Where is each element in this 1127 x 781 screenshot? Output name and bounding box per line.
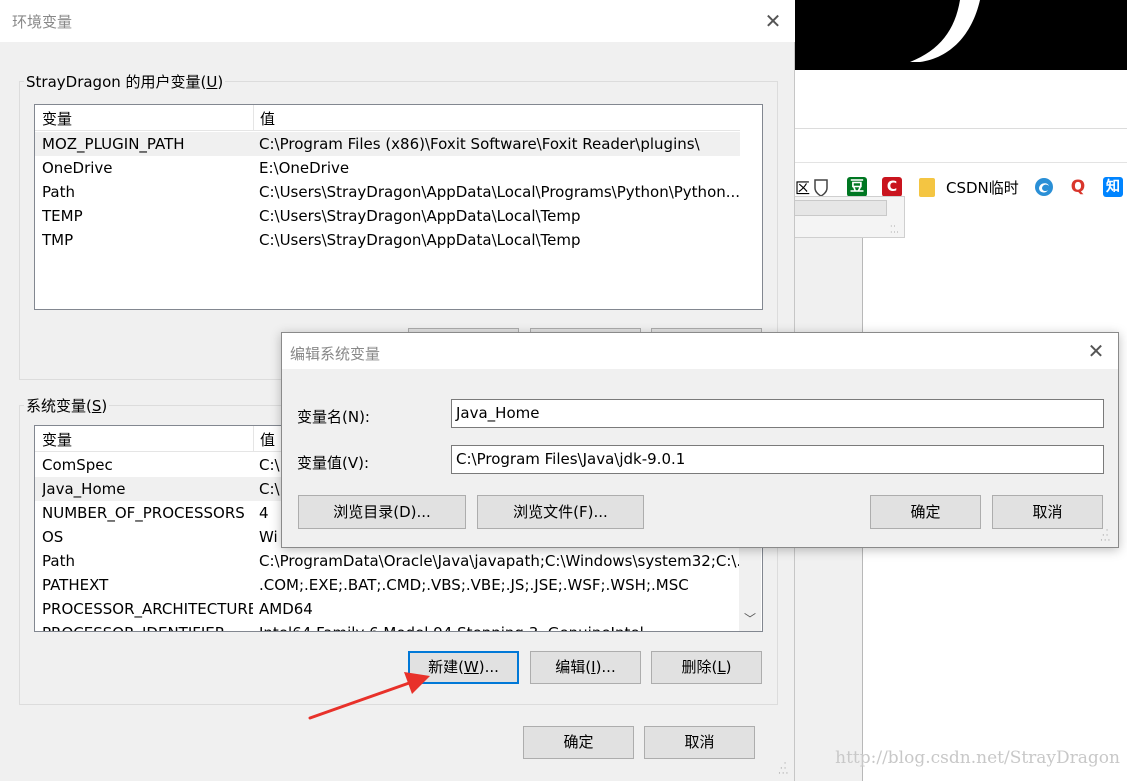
resize-grip-icon: · · · · · (890, 222, 899, 237)
variable-name-cell: Path (42, 552, 75, 570)
background-popup-bar (795, 200, 887, 216)
folder-icon (919, 178, 935, 197)
variable-name-cell: OneDrive (42, 159, 113, 177)
swirl-icon[interactable] (1033, 176, 1055, 198)
variable-name-cell: OS (42, 528, 64, 546)
variable-name-cell: PROCESSOR_IDENTIFIER (42, 621, 253, 631)
variable-name-cell: PROCESSOR_ARCHITECTURE (42, 600, 253, 618)
csdn-c-icon[interactable]: C (882, 177, 902, 197)
variable-value-input[interactable]: C:\Program Files\Java\jdk-9.0.1 (451, 445, 1104, 474)
cancel-button[interactable]: 取消 (992, 495, 1103, 529)
close-icon[interactable]: ✕ (1082, 337, 1110, 365)
browser-divider (795, 128, 1127, 129)
q-icon[interactable]: Q (1068, 177, 1088, 197)
browse-directory-button[interactable]: 浏览目录(D)... (298, 495, 466, 529)
variable-value-cell: AMD64 (259, 600, 313, 618)
cancel-button[interactable]: 取消 (644, 726, 755, 759)
douban-icon[interactable]: 豆 (847, 177, 867, 197)
table-row[interactable]: MOZ_PLUGIN_PATH C:\Program Files (x86)\Fo… (35, 132, 740, 156)
bookmark-label: CSDN临时 (946, 179, 1019, 197)
variable-value-cell: C:\Program Files (x86)\Foxit Software\Fo… (259, 135, 700, 153)
user-variables-label: StrayDragon 的用户变量(U) (24, 71, 226, 92)
table-row[interactable]: PROCESSOR_IDENTIFIER Intel64 Family 6 Mod… (35, 621, 740, 631)
column-header-value[interactable]: 值 (253, 105, 733, 131)
dialog-title: 编辑系统变量 (290, 345, 381, 363)
variable-name-cell: MOZ_PLUGIN_PATH (42, 135, 185, 153)
browser-divider (795, 162, 1127, 163)
watermark: http://blog.csdn.net/StrayDragon (835, 748, 1120, 768)
resize-grip-icon[interactable]: · · · · · · (778, 760, 794, 779)
variable-value-cell: Intel64 Family 6 Model 94 Stepping 3, Ge… (259, 621, 739, 631)
table-row[interactable]: Path C:\ProgramData\Oracle\Java\javapath;… (35, 549, 740, 573)
annotation-arrow-icon (308, 672, 430, 720)
delete-variable-button[interactable]: 删除(L) (651, 651, 762, 684)
title-bar[interactable] (282, 333, 1118, 369)
table-row[interactable]: Path C:\Users\StrayDragon\AppData\Local\P… (35, 180, 740, 204)
system-variables-label: 系统变量(S) (24, 395, 110, 416)
bookmark-item[interactable]: CSDN临时 (946, 176, 1019, 200)
variable-name-label: 变量名(N): (297, 408, 370, 426)
ok-button[interactable]: 确定 (523, 726, 634, 759)
ok-button[interactable]: 确定 (870, 495, 981, 529)
variable-value-label: 变量值(V): (297, 454, 370, 472)
variable-value-cell: C:\ProgramData\Oracle\Java\javapath;C:\W… (259, 552, 739, 570)
variable-name-cell: Path (42, 183, 75, 201)
table-row[interactable]: PATHEXT .COM;.EXE;.BAT;.CMD;.VBS;.VBE;.JS… (35, 573, 740, 597)
variable-value-cell: C:\Users\StrayDragon\AppData\Local\Temp (259, 207, 581, 225)
title-bar[interactable] (0, 0, 795, 42)
bookmark-label: 区 (795, 179, 811, 197)
edit-system-variable-dialog: 编辑系统变量 ✕ 变量名(N): Java_Home 变量值(V): C:\Pr… (281, 332, 1119, 548)
variable-name-cell: TEMP (42, 207, 83, 225)
edit-variable-button[interactable]: 编辑(I)... (530, 651, 641, 684)
variable-value-cell: .COM;.EXE;.BAT;.CMD;.VBS;.VBE;.JS;.JSE;.… (259, 576, 689, 594)
dialog-title: 环境变量 (12, 13, 73, 31)
table-row[interactable]: OneDrive E:\OneDrive (35, 156, 740, 180)
variable-name-cell: NUMBER_OF_PROCESSORS (42, 504, 245, 522)
variable-name-cell: ComSpec (42, 456, 113, 474)
shield-icon (814, 179, 828, 197)
table-row[interactable]: PROCESSOR_ARCHITECTURE AMD64 (35, 597, 740, 621)
variable-value-cell: E:\OneDrive (259, 159, 350, 177)
user-variables-list[interactable]: 变量 值 MOZ_PLUGIN_PATH C:\Program Files (x8… (34, 104, 763, 310)
variable-name-cell: TMP (42, 231, 74, 249)
variable-value-cell: C:\Users\StrayDragon\AppData\Local\Temp (259, 231, 581, 249)
column-header-name[interactable]: 变量 (35, 105, 253, 131)
resize-grip-icon[interactable]: · · · · · · (1100, 527, 1116, 546)
variable-name-cell: Java_Home (42, 480, 126, 498)
column-header-name[interactable]: 变量 (35, 426, 253, 452)
zhihu-icon[interactable]: 知 (1103, 177, 1123, 197)
list-header: 变量 值 (35, 105, 740, 131)
chevron-down-icon[interactable]: ﹀ (739, 609, 761, 629)
table-row[interactable]: TMP C:\Users\StrayDragon\AppData\Local\Te… (35, 228, 740, 252)
browse-file-button[interactable]: 浏览文件(F)... (477, 495, 644, 529)
variable-name-input[interactable]: Java_Home (451, 399, 1104, 428)
variable-name-cell: PATHEXT (42, 576, 109, 594)
background-swoosh (910, 0, 980, 62)
close-icon[interactable]: ✕ (760, 8, 786, 34)
table-row[interactable]: TEMP C:\Users\StrayDragon\AppData\Local\T… (35, 204, 740, 228)
variable-value-cell: C:\Users\StrayDragon\AppData\Local\Progr… (259, 183, 739, 201)
